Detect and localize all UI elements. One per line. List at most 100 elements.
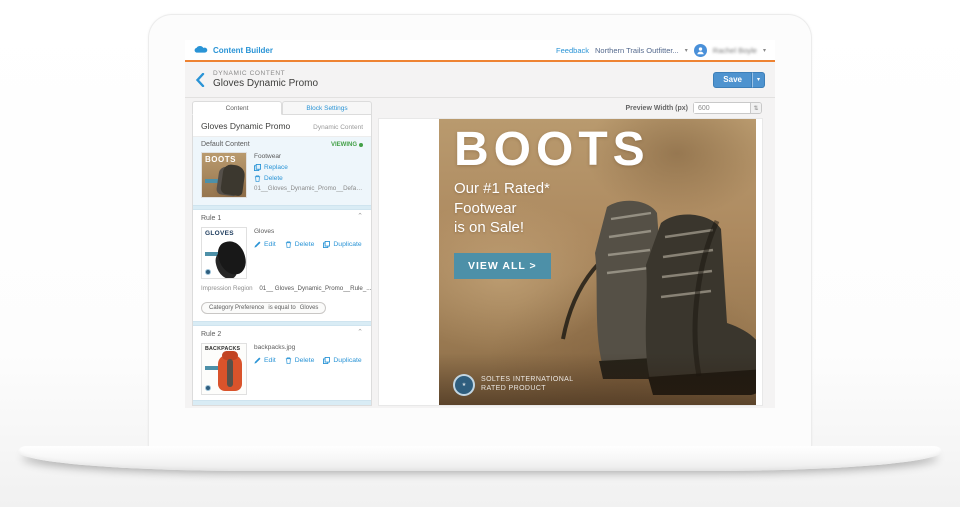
view-all-button[interactable]: VIEW ALL >: [454, 253, 551, 279]
app-brand-label: Content Builder: [213, 46, 273, 55]
rule2-label: Rule 2: [201, 331, 221, 338]
default-item-name: Footwear: [254, 152, 363, 162]
section-divider-partial: [193, 400, 371, 405]
condition-operator: is equal to: [268, 305, 295, 311]
user-avatar[interactable]: [694, 44, 707, 57]
rule2-body: BACKPACKS backpacks.jpg: [193, 341, 371, 400]
chevron-left-icon: [195, 73, 205, 87]
default-content-section: Default Content VIEWING BOOTS: [193, 137, 371, 205]
page-title: Gloves Dynamic Promo: [213, 78, 318, 89]
preview-width-control: Preview Width (px) ⇅: [378, 98, 775, 118]
rule1-condition-row: Category Preference is equal to Gloves: [193, 294, 371, 321]
card-type-label: Dynamic Content: [313, 124, 363, 131]
card-title: Gloves Dynamic Promo: [201, 121, 290, 131]
preview-pane: Preview Width (px) ⇅: [378, 98, 775, 406]
viewing-status-badge: VIEWING: [331, 142, 363, 148]
replace-button[interactable]: Replace: [254, 163, 363, 173]
trash-icon: [285, 357, 292, 364]
seal-line1: SOLTES INTERNATIONAL: [481, 376, 574, 385]
app-nav-bar: Content Builder Feedback Northern Trails…: [185, 40, 775, 62]
thumb-boots-title: BOOTS: [205, 155, 236, 164]
dynamic-content-card: Gloves Dynamic Promo Dynamic Content Def…: [192, 115, 372, 406]
rule1-collapse-icon[interactable]: ⌃: [357, 215, 363, 222]
chevron-down-icon[interactable]: ▾: [763, 47, 766, 54]
rule1-duplicate-button[interactable]: Duplicate: [323, 240, 361, 250]
replace-pages-icon: [254, 164, 261, 171]
seal-badge-icon: ★: [453, 374, 475, 396]
gloves-mini-illustration: [215, 238, 247, 277]
dynamic-content-panel: Content Block Settings Gloves Dynamic Pr…: [192, 101, 372, 406]
default-delete-button[interactable]: Delete: [254, 174, 363, 184]
feedback-link[interactable]: Feedback: [556, 46, 589, 55]
duplicate-icon: [323, 241, 330, 248]
preview-width-stepper[interactable]: ⇅: [750, 103, 761, 113]
panel-tabs: Content Block Settings: [192, 101, 372, 115]
rule1-header: Rule 1 ⌃: [193, 210, 371, 225]
mini-seal-icon: [205, 269, 211, 275]
rule2-duplicate-button[interactable]: Duplicate: [323, 356, 361, 366]
rule2-thumbnail[interactable]: BACKPACKS: [201, 343, 247, 395]
user-name-redacted[interactable]: Rachel Boyle: [713, 46, 757, 55]
rule2-item-name: backpacks.jpg: [254, 343, 362, 353]
default-content-thumbnail[interactable]: BOOTS: [201, 152, 247, 198]
laptop-screen: Content Builder Feedback Northern Trails…: [185, 40, 775, 408]
mini-seal-icon: [205, 385, 211, 391]
preview-canvas: BOOTS Our #1 Rated* Footwear is on Sale!…: [378, 118, 763, 406]
rule1-label: Rule 1: [201, 215, 221, 222]
boots-ad-preview: BOOTS Our #1 Rated* Footwear is on Sale!…: [439, 119, 756, 405]
breadcrumb: DYNAMIC CONTENT: [213, 70, 318, 77]
seal-line2: RATED PRODUCT: [481, 385, 574, 394]
content-region: Content Block Settings Gloves Dynamic Pr…: [185, 98, 775, 406]
save-button-group: Save ▾: [713, 72, 765, 88]
account-switcher[interactable]: Northern Trails Outfitter...: [595, 46, 679, 55]
rule1-thumbnail[interactable]: GLOVES: [201, 227, 247, 279]
back-button[interactable]: [195, 73, 205, 87]
condition-pill[interactable]: Category Preference is equal to Gloves: [201, 302, 326, 314]
laptop-bezel: Content Builder Feedback Northern Trails…: [148, 14, 812, 446]
ad-seal: ★ SOLTES INTERNATIONAL RATED PRODUCT: [453, 374, 574, 396]
save-button[interactable]: Save: [713, 72, 752, 88]
title-block: DYNAMIC CONTENT Gloves Dynamic Promo: [213, 70, 318, 89]
rule1-body: GLOVES Gloves: [193, 225, 371, 284]
rule2-edit-button[interactable]: Edit: [254, 356, 276, 366]
tab-content[interactable]: Content: [192, 101, 282, 115]
pencil-icon: [254, 357, 261, 364]
default-content-label: Default Content: [201, 141, 250, 148]
viewing-label: VIEWING: [331, 142, 357, 148]
card-header: Gloves Dynamic Promo Dynamic Content: [193, 115, 371, 137]
rule1-edit-button[interactable]: Edit: [254, 240, 276, 250]
tab-block-settings[interactable]: Block Settings: [282, 101, 372, 115]
thumb-cta-mini: [205, 366, 218, 370]
preview-width-input[interactable]: [694, 103, 750, 113]
avatar-person-icon: [696, 46, 705, 55]
cloud-icon: [194, 45, 209, 55]
thumb-cta-mini: [205, 179, 219, 183]
impression-region-value: 01__ Gloves_Dynamic_Promo__Rule_...: [259, 285, 371, 292]
thumb-gloves-title: GLOVES: [205, 230, 234, 237]
boots-mini-illustration: [220, 164, 246, 197]
rule2-header: Rule 2 ⌃: [193, 326, 371, 341]
laptop-base: [18, 446, 942, 471]
app-brand[interactable]: Content Builder: [194, 45, 273, 55]
viewing-dot-icon: [359, 143, 363, 147]
ad-subline: Our #1 Rated* Footwear is on Sale!: [454, 179, 650, 238]
rule2-collapse-icon[interactable]: ⌃: [357, 331, 363, 338]
condition-value: Gloves: [300, 305, 319, 311]
page-header: DYNAMIC CONTENT Gloves Dynamic Promo Sav…: [185, 62, 775, 98]
rule1-item-name: Gloves: [254, 227, 362, 237]
chevron-down-icon[interactable]: ▾: [685, 47, 688, 54]
pencil-icon: [254, 241, 261, 248]
default-content-filename: 01__Gloves_Dynamic_Promo__Defaul...: [254, 184, 363, 193]
rule2-delete-button[interactable]: Delete: [285, 356, 315, 366]
impression-region-row: Impression Region 01__ Gloves_Dynamic_Pr…: [193, 284, 371, 294]
impression-region-label: Impression Region: [201, 285, 253, 292]
rule1-delete-button[interactable]: Delete: [285, 240, 315, 250]
thumb-cta-mini: [205, 252, 218, 256]
trash-icon: [254, 175, 261, 182]
backpack-mini-illustration: [218, 355, 242, 391]
condition-field: Category Preference: [209, 305, 264, 311]
preview-width-label: Preview Width (px): [625, 105, 688, 112]
trash-icon: [285, 241, 292, 248]
duplicate-icon: [323, 357, 330, 364]
save-dropdown-button[interactable]: ▾: [752, 72, 765, 88]
